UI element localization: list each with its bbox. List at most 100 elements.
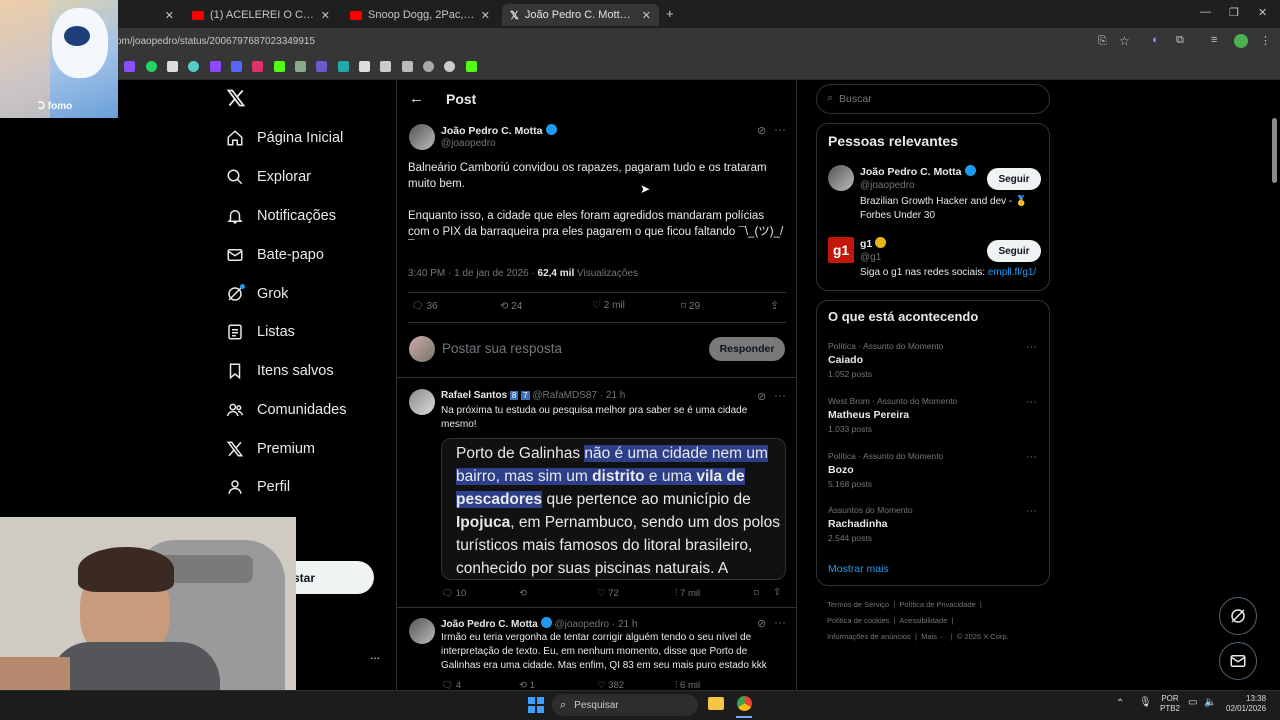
- bookmark-icon[interactable]: [444, 61, 455, 72]
- reply-author[interactable]: João Pedro C. Motta @joaopedro · 21 h: [441, 617, 637, 630]
- like-action[interactable]: ♡ 2 mil: [592, 300, 625, 311]
- account-more-icon[interactable]: ...: [370, 648, 380, 662]
- back-arrow-icon[interactable]: ←: [409, 90, 424, 107]
- new-tab-button[interactable]: +: [666, 6, 674, 21]
- reply-button[interactable]: Responder: [709, 337, 785, 361]
- repost-action[interactable]: ⟲ 24: [500, 301, 522, 312]
- avatar[interactable]: [409, 336, 435, 362]
- close-tab-icon[interactable]: ✕: [321, 9, 330, 22]
- sidebar-item-explore[interactable]: Explorar: [225, 162, 311, 192]
- chrome-icon[interactable]: [737, 696, 752, 711]
- taskbar-search-input[interactable]: ⌕ Pesquisar: [552, 694, 698, 716]
- person-handle[interactable]: @joaopedro: [860, 180, 915, 191]
- bookmark-icon[interactable]: [210, 61, 221, 72]
- more-options-icon[interactable]: ···: [774, 388, 786, 402]
- grok-explain-icon[interactable]: ⊘: [757, 390, 766, 403]
- avatar[interactable]: [409, 389, 435, 415]
- grok-explain-icon[interactable]: ⊘: [757, 617, 766, 630]
- extension-icon[interactable]: ◖: [1151, 34, 1158, 46]
- sidebar-item-communities[interactable]: Comunidades: [225, 395, 346, 425]
- share-icon[interactable]: ⇪: [770, 299, 779, 312]
- person-handle[interactable]: @g1: [860, 252, 881, 263]
- more-options-icon[interactable]: ···: [1026, 451, 1037, 463]
- avatar[interactable]: [409, 618, 435, 644]
- bookmark-icon[interactable]: [380, 61, 391, 72]
- like-action[interactable]: ♡ 72: [597, 588, 619, 599]
- bookmark-icon[interactable]: [466, 61, 477, 72]
- language-indicator[interactable]: POR PTB2: [1160, 694, 1180, 714]
- person-name[interactable]: g1: [860, 237, 887, 250]
- tab-0[interactable]: ✕: [118, 4, 182, 26]
- url-field[interactable]: om/joaopedro/status/2006797687023349915: [116, 36, 315, 47]
- quoted-image[interactable]: Porto de Galinhas não é uma cidade nem u…: [441, 438, 786, 580]
- sidebar-item-bookmarks[interactable]: Itens salvos: [225, 356, 334, 386]
- media-icon[interactable]: ≡: [1211, 34, 1217, 46]
- bookmark-icon[interactable]: ⌑: [754, 588, 759, 599]
- reply-action[interactable]: 🗨 4: [441, 680, 461, 690]
- sidebar-item-notifications[interactable]: Notificações: [225, 201, 336, 231]
- reply-author[interactable]: Rafael Santos 8 7 @RafaMDS87 · 21 h: [441, 390, 625, 401]
- g1-logo[interactable]: g1: [828, 237, 854, 263]
- trend-name[interactable]: Rachadinha: [828, 518, 888, 530]
- avatar[interactable]: [409, 124, 435, 150]
- windows-start-icon[interactable]: [528, 697, 544, 713]
- avatar[interactable]: [828, 165, 854, 191]
- bookmark-icon[interactable]: [359, 61, 370, 72]
- search-input[interactable]: ⌕ Buscar: [816, 84, 1050, 114]
- sidebar-item-home[interactable]: Página Inicial: [225, 123, 343, 153]
- sidebar-item-lists[interactable]: Listas: [225, 317, 295, 347]
- bookmark-icon[interactable]: [188, 61, 199, 72]
- repost-action[interactable]: ⟲ 1: [519, 680, 535, 690]
- bookmark-icon[interactable]: [231, 61, 242, 72]
- messages-fab-button[interactable]: [1219, 642, 1257, 680]
- sidebar-item-premium[interactable]: Premium: [225, 434, 315, 464]
- more-options-icon[interactable]: ···: [774, 615, 786, 629]
- tab-2[interactable]: Snoop Dogg, 2Pac, Wiz Khalifa ✕: [342, 4, 498, 26]
- views-action[interactable]: ⫶ 7 mil: [675, 588, 700, 599]
- bookmark-icon[interactable]: [146, 61, 157, 72]
- like-action[interactable]: ♡ 382: [597, 680, 624, 690]
- microphone-icon[interactable]: 🎙: [1139, 697, 1152, 708]
- bookmark-icon[interactable]: [402, 61, 413, 72]
- bio-link[interactable]: empll.fl/g1/: [988, 267, 1036, 278]
- reply-input[interactable]: Postar sua resposta: [442, 341, 562, 356]
- bookmark-icon[interactable]: [167, 61, 178, 72]
- trend-name[interactable]: Caiado: [828, 354, 863, 366]
- reply-action[interactable]: 🗨 36: [411, 301, 438, 312]
- sidebar-item-messages[interactable]: Bate-papo: [225, 240, 324, 270]
- bookmark-icon[interactable]: [423, 61, 434, 72]
- volume-icon[interactable]: 🔈: [1204, 697, 1216, 708]
- restore-icon[interactable]: ❐: [1229, 6, 1239, 19]
- bookmark-icon[interactable]: [252, 61, 263, 72]
- repost-icon[interactable]: ⟲: [519, 588, 527, 599]
- bookmark-icon[interactable]: [338, 61, 349, 72]
- follow-button[interactable]: Seguir: [987, 240, 1041, 262]
- close-tab-icon[interactable]: ✕: [642, 9, 651, 22]
- star-bookmark-icon[interactable]: ☆: [1119, 34, 1130, 48]
- more-options-icon[interactable]: ···: [1026, 341, 1037, 353]
- bookmark-icon[interactable]: [316, 61, 327, 72]
- author-name[interactable]: João Pedro C. Motta: [441, 124, 557, 137]
- x-logo-icon[interactable]: [226, 88, 246, 110]
- sidebar-item-profile[interactable]: Perfil: [225, 472, 290, 502]
- follow-button[interactable]: Seguir: [987, 168, 1041, 190]
- views-action[interactable]: ⫶ 6 mil: [675, 680, 700, 690]
- network-icon[interactable]: ▭: [1188, 697, 1197, 708]
- file-explorer-icon[interactable]: [708, 697, 724, 710]
- profile-avatar[interactable]: [1234, 34, 1248, 48]
- reply-action[interactable]: 🗨 10: [441, 588, 466, 599]
- clock[interactable]: 13:38 02/01/2026: [1226, 694, 1266, 714]
- more-options-icon[interactable]: ···: [1026, 505, 1037, 517]
- show-more-link[interactable]: Mostrar mais: [828, 563, 889, 575]
- share-icon[interactable]: ⇪: [773, 587, 781, 598]
- puzzle-icon[interactable]: ⧉: [1176, 34, 1184, 47]
- tab-1[interactable]: (1) ACELEREI O CARRO MAIS I... ✕: [184, 4, 338, 26]
- person-name[interactable]: João Pedro C. Motta: [860, 165, 976, 178]
- sidebar-item-grok[interactable]: Grok: [225, 279, 288, 309]
- more-options-icon[interactable]: ···: [1026, 396, 1037, 408]
- bookmark-icon[interactable]: [274, 61, 285, 72]
- bookmark-icon[interactable]: [124, 61, 135, 72]
- close-tab-icon[interactable]: ✕: [481, 9, 490, 22]
- author-handle[interactable]: @joaopedro: [441, 138, 496, 149]
- grok-explain-icon[interactable]: ⊘: [757, 124, 766, 137]
